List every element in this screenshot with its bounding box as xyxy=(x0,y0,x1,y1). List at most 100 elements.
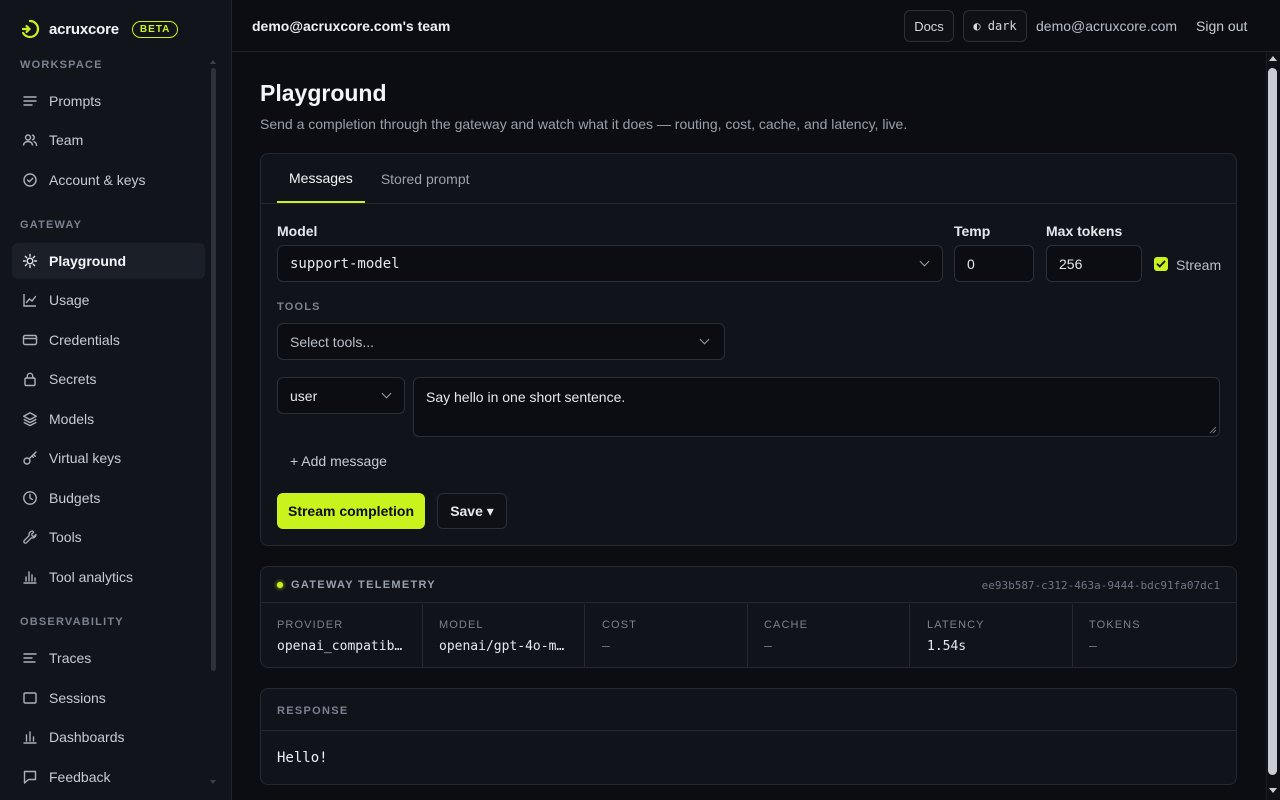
team-name[interactable]: demo@acruxcore.com's team xyxy=(252,18,450,34)
sidebar-item-playground[interactable]: Playground xyxy=(12,243,205,279)
key-icon xyxy=(23,451,37,465)
composer-tabs: Messages Stored prompt xyxy=(277,154,482,203)
sidebar-item-label: Prompts xyxy=(49,93,102,109)
sidebar-item-feedback[interactable]: Feedback xyxy=(12,759,205,795)
sun-icon xyxy=(22,253,38,269)
live-status-dot-icon xyxy=(277,582,283,588)
checkmark-icon xyxy=(1156,260,1166,268)
brand[interactable]: acruxcore BETA xyxy=(20,17,179,41)
message-textarea[interactable]: Say hello in one short sentence. xyxy=(413,377,1220,437)
page-subtitle: Send a completion through the gateway an… xyxy=(260,116,908,132)
telemetry-cell-cache: CACHE — xyxy=(748,604,910,667)
telemetry-cell-tokens: TOKENS — xyxy=(1073,604,1235,667)
check-circle-icon xyxy=(23,173,37,187)
sidebar-item-dashboards[interactable]: Dashboards xyxy=(12,719,205,755)
sidebar-item-traces[interactable]: Traces xyxy=(12,640,205,676)
sidebar-item-label: Tool analytics xyxy=(49,569,134,585)
request-id: ee93b587-c312-463a-9444-bdc91fa07dc1 xyxy=(981,579,1220,592)
telemetry-cell-label: LATENCY xyxy=(927,619,985,631)
telemetry-header: GATEWAY TELEMETRY ee93b587-c312-463a-944… xyxy=(261,567,1236,603)
line-chart-icon xyxy=(23,294,37,307)
sidebar-item-tools[interactable]: Tools xyxy=(12,519,205,555)
sidebar-item-credentials[interactable]: Credentials xyxy=(12,322,205,358)
telemetry-title: GATEWAY TELEMETRY xyxy=(291,579,436,591)
tools-select-placeholder: Select tools... xyxy=(290,333,375,350)
telemetry-cell-value: 1.54s xyxy=(927,639,967,654)
section-observability: OBSERVABILITY xyxy=(20,616,124,628)
sidebar-item-sessions[interactable]: Sessions xyxy=(12,680,205,716)
telemetry-cell-model: MODEL openai/gpt-4o-mini xyxy=(423,604,585,667)
sidebar-item-label: Usage xyxy=(49,292,90,308)
telemetry-cell-label: TOKENS xyxy=(1089,619,1141,631)
composer-card: Messages Stored prompt Model support-mod… xyxy=(260,153,1237,546)
docs-button[interactable]: Docs xyxy=(904,10,954,42)
sidebar-item-label: Models xyxy=(49,411,95,427)
sidebar-item-label: Credentials xyxy=(49,332,120,348)
chevron-down-icon xyxy=(699,334,710,345)
resize-handle-icon[interactable] xyxy=(1209,426,1217,434)
stream-label[interactable]: Stream xyxy=(1176,257,1221,273)
sidebar-item-budgets[interactable]: Budgets xyxy=(12,480,205,516)
sidebar-item-prompts[interactable]: Prompts xyxy=(12,83,205,119)
sidebar-item-label: Secrets xyxy=(49,371,97,387)
temp-input[interactable]: 0 xyxy=(954,245,1034,282)
tools-select[interactable]: Select tools... xyxy=(277,323,725,360)
message-textarea-value: Say hello in one short sentence. xyxy=(426,389,626,405)
theme-toggle-button[interactable]: ◐ dark xyxy=(963,10,1027,42)
wrench-icon xyxy=(23,530,37,544)
beta-badge: BETA xyxy=(131,20,179,38)
model-select-value: support-model xyxy=(290,255,400,272)
sidebar-scroll-up-icon[interactable] xyxy=(210,60,216,64)
max-tokens-label: Max tokens xyxy=(1046,223,1123,239)
sidebar-item-usage[interactable]: Usage xyxy=(12,282,205,318)
tools-label: TOOLS xyxy=(277,301,321,313)
sidebar-item-label: Sessions xyxy=(49,690,106,706)
scroll-down-arrow-icon[interactable] xyxy=(1269,788,1277,793)
sign-out-link[interactable]: Sign out xyxy=(1196,18,1247,34)
save-button[interactable]: Save ▾ xyxy=(437,493,507,529)
telemetry-cell-latency: LATENCY 1.54s xyxy=(911,604,1073,667)
telemetry-cell-label: COST xyxy=(602,619,637,631)
telemetry-card: GATEWAY TELEMETRY ee93b587-c312-463a-944… xyxy=(260,566,1237,668)
dashboard-icon xyxy=(23,731,37,744)
message-icon xyxy=(23,770,37,784)
sidebar-item-team[interactable]: Team xyxy=(12,122,205,158)
sidebar-item-label: Traces xyxy=(49,650,92,666)
sidebar-item-virtual-keys[interactable]: Virtual keys xyxy=(12,440,205,476)
layers-icon xyxy=(23,412,37,427)
sidebar-item-tool-analytics[interactable]: Tool analytics xyxy=(12,559,205,595)
clock-icon xyxy=(23,491,37,505)
topbar: demo@acruxcore.com's team Docs ◐ dark de… xyxy=(232,0,1280,52)
acruxcore-logo-icon xyxy=(20,19,40,39)
telemetry-cell-label: CACHE xyxy=(764,619,809,631)
scroll-up-arrow-icon[interactable] xyxy=(1269,56,1277,61)
section-workspace: WORKSPACE xyxy=(20,59,103,71)
telemetry-cell-label: MODEL xyxy=(439,619,484,631)
sidebar-scrollbar[interactable] xyxy=(211,68,216,671)
main-scrollbar-thumb[interactable] xyxy=(1268,68,1277,775)
sidebar-scroll-down-icon[interactable] xyxy=(210,780,216,784)
sidebar-item-label: Dashboards xyxy=(49,729,125,745)
bar-chart-icon xyxy=(23,571,37,584)
response-header: RESPONSE xyxy=(261,689,1236,731)
users-icon xyxy=(22,134,38,147)
model-select[interactable]: support-model xyxy=(277,245,943,282)
sidebar-item-secrets[interactable]: Secrets xyxy=(12,361,205,397)
stream-completion-button[interactable]: Stream completion xyxy=(277,493,425,529)
telemetry-cell-value: — xyxy=(1089,639,1097,654)
sidebar-item-account-keys[interactable]: Account & keys xyxy=(12,162,205,198)
tab-messages[interactable]: Messages xyxy=(277,154,365,203)
response-title: RESPONSE xyxy=(277,705,349,717)
sidebar-item-models[interactable]: Models xyxy=(12,401,205,437)
response-body: Hello! xyxy=(277,750,328,766)
window-icon xyxy=(23,692,37,704)
stream-checkbox[interactable] xyxy=(1154,257,1168,271)
tab-stored-prompt[interactable]: Stored prompt xyxy=(369,154,482,203)
telemetry-cell-cost: COST — xyxy=(586,604,748,667)
list-icon xyxy=(23,96,37,106)
max-tokens-input[interactable]: 256 xyxy=(1046,245,1142,282)
response-card: RESPONSE Hello! xyxy=(260,688,1237,785)
sidebar-item-label: Team xyxy=(49,132,84,148)
add-message-button[interactable]: + Add message xyxy=(290,453,387,469)
role-select[interactable]: user xyxy=(277,377,405,414)
